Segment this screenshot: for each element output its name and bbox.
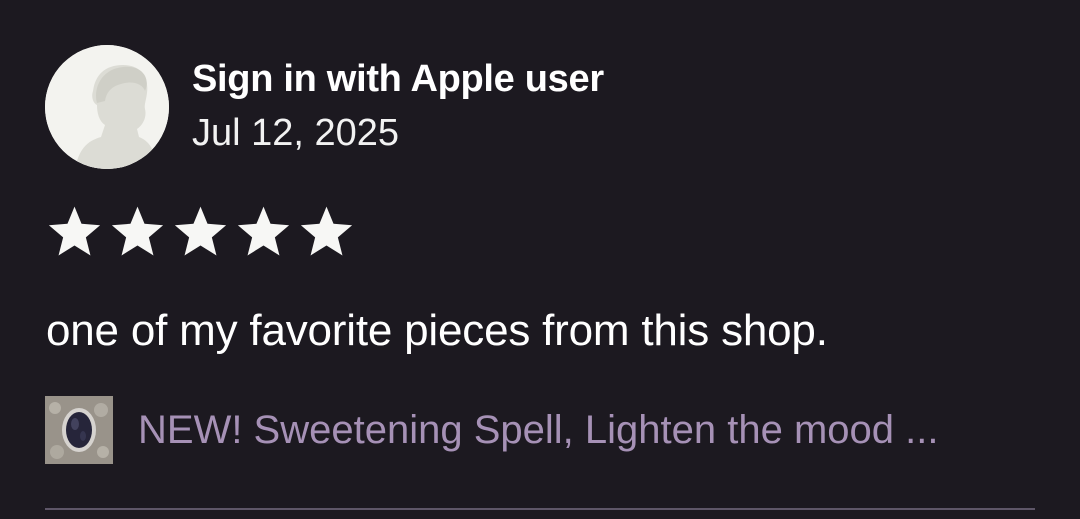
avatar[interactable] <box>45 45 169 169</box>
person-silhouette-icon <box>45 45 169 169</box>
review-card: Sign in with Apple user Jul 12, 2025 one… <box>0 0 1080 519</box>
review-text: one of my favorite pieces from this shop… <box>46 306 828 355</box>
star-filled-icon <box>234 203 293 261</box>
reviewer-name: Sign in with Apple user <box>192 58 604 100</box>
star-filled-icon <box>45 203 104 261</box>
review-date: Jul 12, 2025 <box>192 112 400 154</box>
reviewed-item-link[interactable]: NEW! Sweetening Spell, Lighten the mood … <box>45 396 1038 464</box>
divider <box>45 508 1035 510</box>
star-rating <box>45 203 356 261</box>
item-thumbnail[interactable] <box>45 396 113 464</box>
item-title[interactable]: NEW! Sweetening Spell, Lighten the mood … <box>138 408 1038 453</box>
star-filled-icon <box>297 203 356 261</box>
star-filled-icon <box>108 203 167 261</box>
star-filled-icon <box>171 203 230 261</box>
